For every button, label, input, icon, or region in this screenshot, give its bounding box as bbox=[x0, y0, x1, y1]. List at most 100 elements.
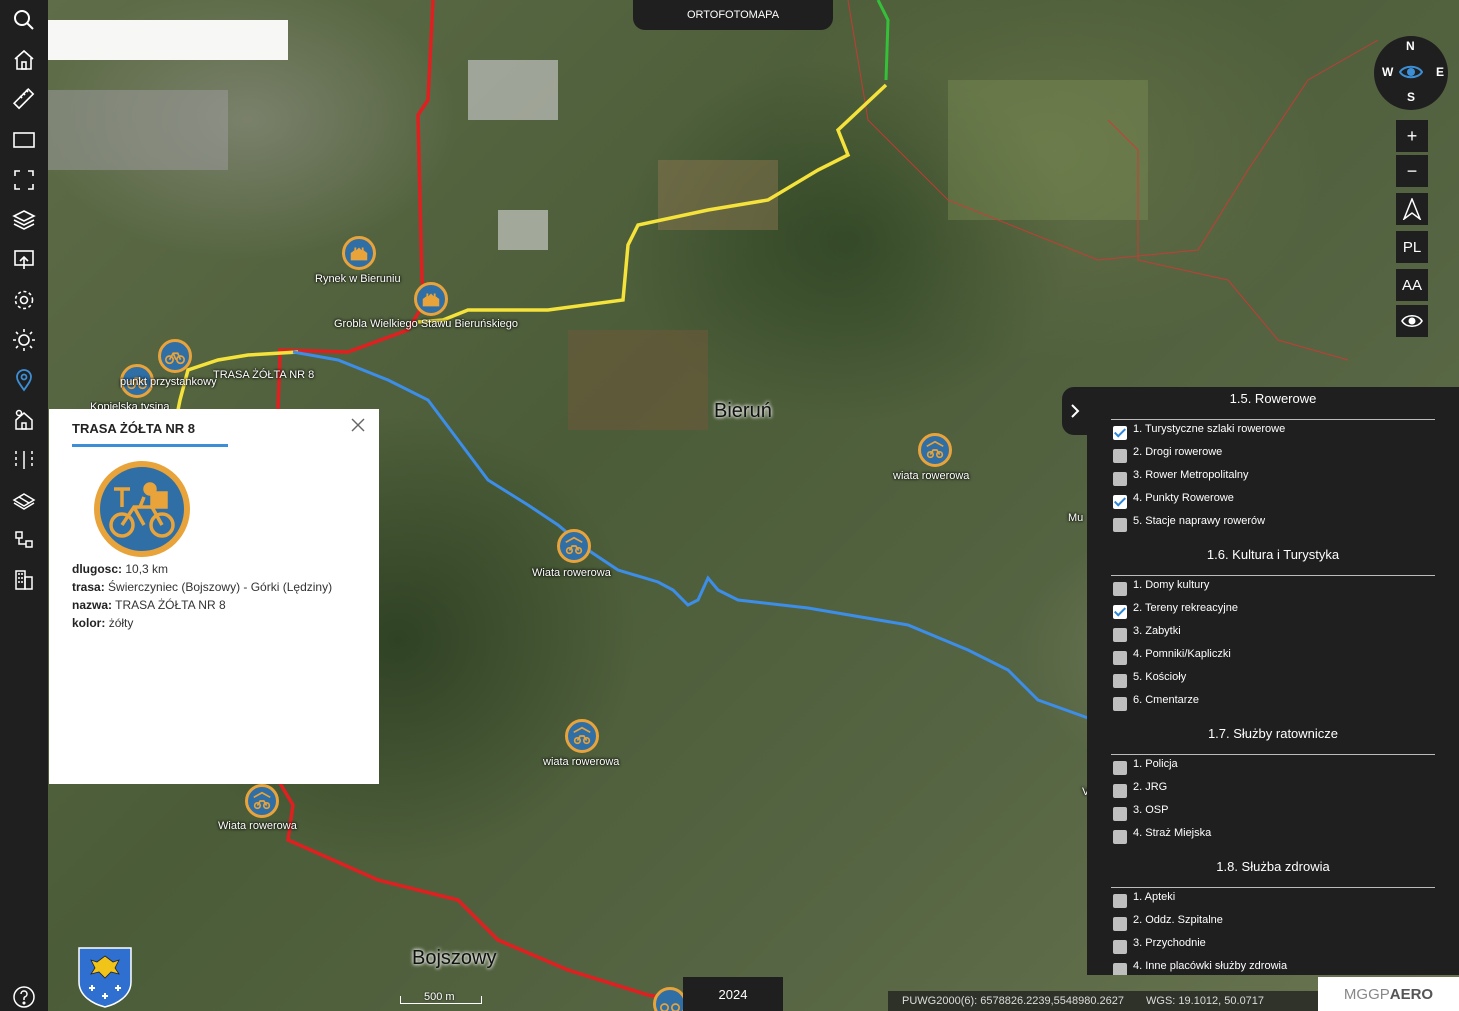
layer-checkbox-item[interactable]: 5. Kościoły bbox=[1113, 668, 1186, 688]
layer-checkbox-item[interactable]: 4. Straż Miejska bbox=[1113, 824, 1211, 844]
checkbox[interactable] bbox=[1113, 582, 1127, 596]
help-icon[interactable] bbox=[12, 985, 36, 1009]
visibility-button[interactable] bbox=[1396, 305, 1428, 337]
settings-icon[interactable] bbox=[0, 280, 48, 320]
map-scale: 500 m bbox=[400, 990, 482, 1006]
checkbox[interactable] bbox=[1113, 697, 1127, 711]
checkbox[interactable] bbox=[1113, 449, 1127, 463]
checkbox[interactable] bbox=[1113, 605, 1127, 619]
search-icon[interactable] bbox=[0, 0, 48, 40]
section-title-sluzby: 1.7. Służby ratownicze bbox=[1207, 726, 1339, 741]
language-button[interactable]: PL bbox=[1396, 231, 1428, 263]
wgs-coordinates: WGS: 19.1012, 50.0717 bbox=[1146, 995, 1265, 1007]
layers-icon[interactable] bbox=[0, 200, 48, 240]
checkbox[interactable] bbox=[1113, 674, 1127, 688]
poi-marker-rynek[interactable] bbox=[342, 236, 376, 270]
layer-checkbox-item[interactable]: 2. Oddz. Szpitalne bbox=[1113, 911, 1223, 931]
checkbox[interactable] bbox=[1113, 651, 1127, 665]
left-toolbar bbox=[0, 0, 48, 1011]
map-plane-icon[interactable] bbox=[0, 480, 48, 520]
fullscreen-icon[interactable] bbox=[0, 160, 48, 200]
layer-checkbox-item[interactable]: 3. Zabytki bbox=[1113, 622, 1181, 642]
layer-checkbox-item[interactable]: 4. Punkty Rowerowe bbox=[1113, 489, 1234, 509]
layers-panel: 1.5. Rowerowe 1. Turystyczne szlaki rowe… bbox=[1087, 387, 1459, 975]
brand-logo: MGGP AERO bbox=[1318, 977, 1459, 1011]
compass-west: W bbox=[1382, 65, 1394, 79]
layer-checkbox-item[interactable]: 2. JRG bbox=[1113, 778, 1167, 798]
compass-east: E bbox=[1436, 65, 1445, 79]
basemap-tab[interactable]: ORTOFOTOMAPA bbox=[633, 0, 833, 30]
map-label-grobla: Grobla Wielkiego Stawu Bieruńskiego bbox=[334, 318, 519, 330]
puwg-coordinates: PUWG2000(6): 6578826.2239,5548980.2627 bbox=[902, 995, 1125, 1007]
map-label-wiata-4: Wiata rowerowa bbox=[218, 820, 297, 832]
layer-checkbox-item[interactable]: 3. Rower Metropolitalny bbox=[1113, 466, 1249, 486]
home-icon[interactable] bbox=[0, 40, 48, 80]
poi-marker-wiata-1[interactable] bbox=[918, 433, 952, 467]
checkbox[interactable] bbox=[1113, 894, 1127, 908]
town-label-bierun: Bieruń bbox=[714, 400, 772, 422]
year-selector[interactable]: 2024 bbox=[683, 977, 783, 1011]
poi-marker-bike-stop[interactable] bbox=[158, 339, 192, 373]
rectangle-icon[interactable] bbox=[0, 120, 48, 160]
popup-title: TRASA ŻÓŁTA NR 8 bbox=[72, 421, 196, 436]
town-label-bojszowy: Bojszowy bbox=[412, 947, 497, 969]
buildings-icon[interactable] bbox=[0, 560, 48, 600]
scale-bar bbox=[400, 996, 482, 1004]
zoom-in-button[interactable]: + bbox=[1396, 120, 1428, 152]
building-gear-icon[interactable] bbox=[0, 400, 48, 440]
export-icon[interactable] bbox=[0, 240, 48, 280]
eye-icon bbox=[1401, 314, 1423, 328]
layer-checkbox-item[interactable]: 1. Apteki bbox=[1113, 888, 1175, 908]
attr-color: kolor: żółty bbox=[72, 616, 134, 630]
feature-info-popup: TRASA ŻÓŁTA NR 8 dlugosc: 10,3 km trasa:… bbox=[49, 409, 379, 784]
cables-icon[interactable] bbox=[0, 520, 48, 560]
chevron-right-icon bbox=[1070, 404, 1079, 418]
checkbox[interactable] bbox=[1113, 518, 1127, 532]
layer-checkbox-item[interactable]: 1. Domy kultury bbox=[1113, 576, 1209, 596]
checkbox[interactable] bbox=[1113, 830, 1127, 844]
ruler-icon[interactable] bbox=[0, 79, 48, 119]
layer-checkbox-item[interactable]: 6. Cmentarze bbox=[1113, 691, 1199, 711]
section-title-zdrowie: 1.8. Służba zdrowia bbox=[1216, 859, 1330, 874]
layer-checkbox-item[interactable]: 2. Tereny rekreacyjne bbox=[1113, 599, 1238, 619]
layer-checkbox-item[interactable]: 1. Policja bbox=[1113, 755, 1178, 775]
brightness-icon[interactable] bbox=[0, 320, 48, 360]
panel-collapse-button[interactable] bbox=[1062, 387, 1087, 435]
split-icon[interactable] bbox=[0, 440, 48, 480]
popup-title-underline bbox=[72, 444, 228, 447]
checkbox[interactable] bbox=[1113, 628, 1127, 642]
close-icon[interactable] bbox=[349, 416, 367, 434]
location-pin-icon[interactable] bbox=[0, 360, 48, 400]
eye-icon bbox=[1399, 65, 1423, 79]
checkbox[interactable] bbox=[1113, 472, 1127, 486]
poi-marker-wiata-4[interactable] bbox=[245, 784, 279, 818]
map-label-wiata-1: wiata rowerowa bbox=[893, 470, 970, 482]
layer-checkbox-item[interactable]: 1. Turystyczne szlaki rowerowe bbox=[1113, 420, 1285, 440]
layer-checkbox-item[interactable]: 4. Pomniki/Kapliczki bbox=[1113, 645, 1231, 665]
map-label-punkt: punkt przystankowy bbox=[120, 376, 217, 388]
checkbox[interactable] bbox=[1113, 761, 1127, 775]
compass-north: N bbox=[1406, 39, 1415, 53]
checkbox[interactable] bbox=[1113, 963, 1127, 975]
checkbox[interactable] bbox=[1113, 807, 1127, 821]
zoom-out-button[interactable]: − bbox=[1396, 155, 1428, 187]
poi-marker-wiata-3[interactable] bbox=[565, 719, 599, 753]
layer-checkbox-item[interactable]: 3. Przychodnie bbox=[1113, 934, 1206, 954]
layer-checkbox-item[interactable]: 4. Inne placówki służby zdrowia bbox=[1113, 957, 1287, 975]
checkbox[interactable] bbox=[1113, 917, 1127, 931]
poi-marker-grobla[interactable] bbox=[414, 282, 448, 316]
map-label-trasa: TRASA ŻÓŁTA NR 8 bbox=[213, 369, 315, 381]
layer-checkbox-item[interactable]: 3. OSP bbox=[1113, 801, 1168, 821]
compass[interactable]: N S W E bbox=[1374, 36, 1448, 110]
compass-south: S bbox=[1407, 90, 1416, 104]
checkbox[interactable] bbox=[1113, 784, 1127, 798]
layer-checkbox-item[interactable]: 5. Stacje naprawy rowerów bbox=[1113, 512, 1265, 532]
layer-checkbox-item[interactable]: 2. Drogi rowerowe bbox=[1113, 443, 1222, 463]
poi-marker-wiata-2[interactable] bbox=[557, 529, 591, 563]
checkbox[interactable] bbox=[1113, 495, 1127, 509]
checkbox[interactable] bbox=[1113, 940, 1127, 954]
north-arrow-icon[interactable] bbox=[1396, 193, 1428, 225]
checkbox[interactable] bbox=[1113, 426, 1127, 440]
font-size-button[interactable]: AA bbox=[1396, 269, 1428, 301]
coat-of-arms-logo bbox=[75, 944, 135, 1008]
